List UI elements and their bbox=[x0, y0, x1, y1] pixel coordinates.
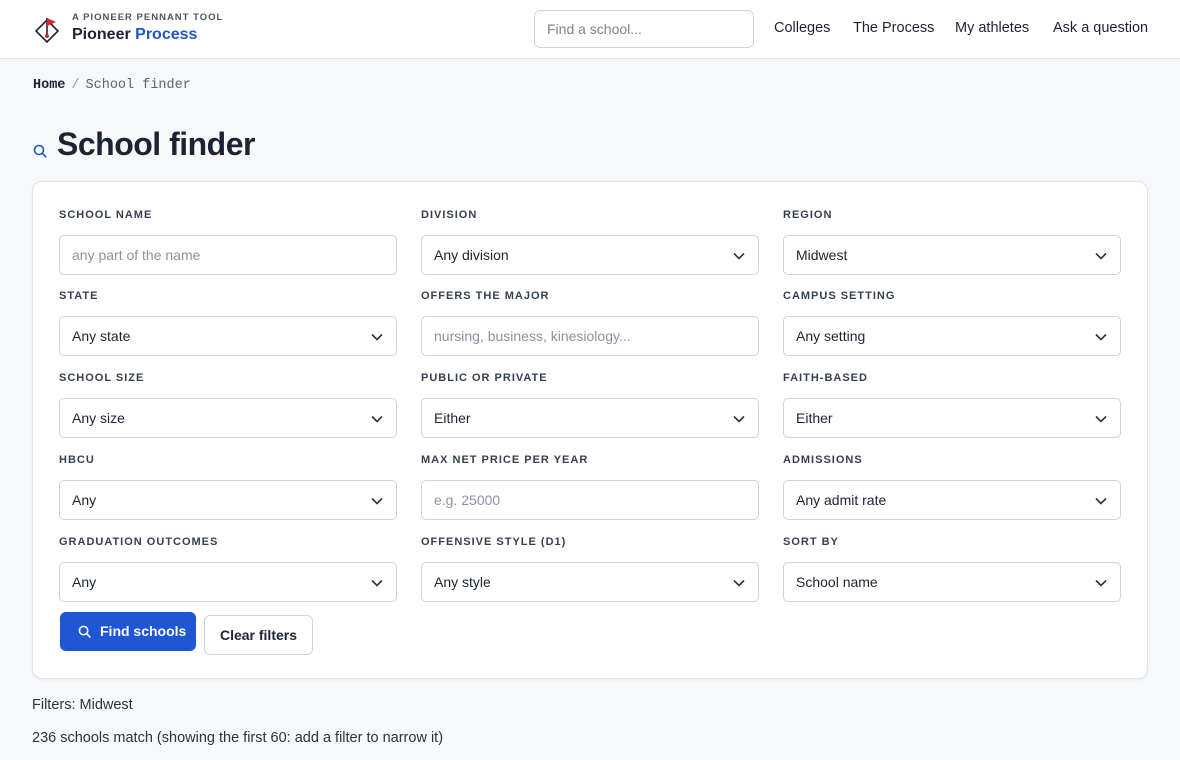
chevron-down-icon bbox=[1095, 333, 1107, 341]
graduation-outcomes-label: GRADUATION OUTCOMES bbox=[59, 536, 219, 548]
find-schools-label: Find schools bbox=[100, 623, 187, 639]
hbcu-label: HBCU bbox=[59, 454, 95, 466]
major-control bbox=[421, 316, 759, 356]
clear-filters-button[interactable]: Clear filters bbox=[204, 615, 313, 655]
nav-link-my-athletes[interactable]: My athletes bbox=[955, 20, 1029, 36]
page-title: School finder bbox=[57, 126, 255, 162]
search-icon bbox=[33, 144, 47, 158]
public-private-value: Either bbox=[434, 410, 471, 426]
results-count-text: 236 schools match (showing the first 60:… bbox=[32, 730, 444, 746]
graduation-outcomes-select[interactable]: Any bbox=[59, 562, 397, 602]
faith-based-value: Either bbox=[796, 410, 833, 426]
sort-by-value: School name bbox=[796, 574, 878, 590]
offensive-style-value: Any style bbox=[434, 574, 491, 590]
major-label: OFFERS THE MAJOR bbox=[421, 290, 550, 302]
chevron-down-icon bbox=[371, 579, 383, 587]
chevron-down-icon bbox=[1095, 579, 1107, 587]
hbcu-field: HBCU Any bbox=[59, 454, 397, 520]
admissions-value: Any admit rate bbox=[796, 492, 887, 508]
top-navigation-bar: A PIONEER PENNANT TOOL Pioneer Process C… bbox=[0, 0, 1180, 59]
region-field: REGION Midwest bbox=[783, 209, 1121, 275]
chevron-down-icon bbox=[733, 415, 745, 423]
chevron-down-icon bbox=[371, 333, 383, 341]
public-private-label: PUBLIC OR PRIVATE bbox=[421, 372, 548, 384]
division-value: Any division bbox=[434, 247, 509, 263]
region-label: REGION bbox=[783, 209, 833, 221]
nav-link-colleges[interactable]: Colleges bbox=[774, 20, 830, 36]
public-private-field: PUBLIC OR PRIVATE Either bbox=[421, 372, 759, 438]
faith-based-label: FAITH-BASED bbox=[783, 372, 868, 384]
chevron-down-icon bbox=[1095, 252, 1107, 260]
school-size-value: Any size bbox=[72, 410, 125, 426]
school-size-label: SCHOOL SIZE bbox=[59, 372, 145, 384]
offensive-style-select[interactable]: Any style bbox=[421, 562, 759, 602]
state-value: Any state bbox=[72, 328, 131, 344]
offensive-style-label: OFFENSIVE STYLE (D1) bbox=[421, 536, 567, 548]
chevron-down-icon bbox=[371, 497, 383, 505]
brand-tagline: A PIONEER PENNANT TOOL bbox=[72, 12, 224, 23]
admissions-label: ADMISSIONS bbox=[783, 454, 863, 466]
graduation-outcomes-value: Any bbox=[72, 574, 97, 590]
faith-based-field: FAITH-BASED Either bbox=[783, 372, 1121, 438]
chevron-down-icon bbox=[1095, 415, 1107, 423]
school-name-input[interactable] bbox=[60, 236, 396, 274]
major-field: OFFERS THE MAJOR bbox=[421, 290, 759, 356]
campus-setting-select[interactable]: Any setting bbox=[783, 316, 1121, 356]
campus-setting-field: CAMPUS SETTING Any setting bbox=[783, 290, 1121, 356]
chevron-down-icon bbox=[1095, 497, 1107, 505]
search-icon bbox=[78, 625, 91, 638]
chevron-down-icon bbox=[733, 579, 745, 587]
state-select[interactable]: Any state bbox=[59, 316, 397, 356]
major-input[interactable] bbox=[422, 317, 758, 355]
admissions-select[interactable]: Any admit rate bbox=[783, 480, 1121, 520]
campus-setting-label: CAMPUS SETTING bbox=[783, 290, 896, 302]
graduation-outcomes-field: GRADUATION OUTCOMES Any bbox=[59, 536, 397, 602]
faith-based-select[interactable]: Either bbox=[783, 398, 1121, 438]
brand-name-accent: Process bbox=[135, 26, 198, 43]
header-search-input[interactable] bbox=[534, 10, 754, 48]
breadcrumb-separator: / bbox=[71, 78, 80, 93]
admissions-field: ADMISSIONS Any admit rate bbox=[783, 454, 1121, 520]
max-net-price-input[interactable] bbox=[422, 481, 758, 519]
breadcrumb-home-link[interactable]: Home bbox=[33, 78, 65, 93]
sort-by-field: SORT BY School name bbox=[783, 536, 1121, 602]
school-size-select[interactable]: Any size bbox=[59, 398, 397, 438]
hbcu-select[interactable]: Any bbox=[59, 480, 397, 520]
division-select[interactable]: Any division bbox=[421, 235, 759, 275]
campus-setting-value: Any setting bbox=[796, 328, 866, 344]
division-field: DIVISION Any division bbox=[421, 209, 759, 275]
pennant-logo-icon[interactable] bbox=[34, 16, 60, 46]
chevron-down-icon bbox=[733, 252, 745, 260]
offensive-style-field: OFFENSIVE STYLE (D1) Any style bbox=[421, 536, 759, 602]
sort-by-select[interactable]: School name bbox=[783, 562, 1121, 602]
find-schools-button[interactable]: Find schools bbox=[60, 612, 196, 651]
brand-name[interactable]: Pioneer Process bbox=[72, 26, 197, 44]
max-net-price-control bbox=[421, 480, 759, 520]
region-select[interactable]: Midwest bbox=[783, 235, 1121, 275]
school-name-control bbox=[59, 235, 397, 275]
breadcrumb-current: School finder bbox=[85, 78, 191, 93]
sort-by-label: SORT BY bbox=[783, 536, 839, 548]
state-field: STATE Any state bbox=[59, 290, 397, 356]
division-label: DIVISION bbox=[421, 209, 478, 221]
brand-name-primary: Pioneer bbox=[72, 26, 131, 43]
max-net-price-label: MAX NET PRICE PER YEAR bbox=[421, 454, 589, 466]
state-label: STATE bbox=[59, 290, 99, 302]
max-net-price-field: MAX NET PRICE PER YEAR bbox=[421, 454, 759, 520]
nav-link-ask-a-question[interactable]: Ask a question bbox=[1053, 20, 1148, 36]
school-size-field: SCHOOL SIZE Any size bbox=[59, 372, 397, 438]
active-filters-text: Filters: Midwest bbox=[32, 697, 133, 713]
public-private-select[interactable]: Either bbox=[421, 398, 759, 438]
chevron-down-icon bbox=[371, 415, 383, 423]
school-name-field: SCHOOL NAME bbox=[59, 209, 397, 275]
region-value: Midwest bbox=[796, 247, 848, 263]
breadcrumb: Home / School finder bbox=[33, 78, 191, 93]
school-name-label: SCHOOL NAME bbox=[59, 209, 153, 221]
filter-panel: SCHOOL NAME DIVISION Any division REGION… bbox=[32, 181, 1148, 679]
hbcu-value: Any bbox=[72, 492, 97, 508]
nav-link-the-process[interactable]: The Process bbox=[853, 20, 934, 36]
